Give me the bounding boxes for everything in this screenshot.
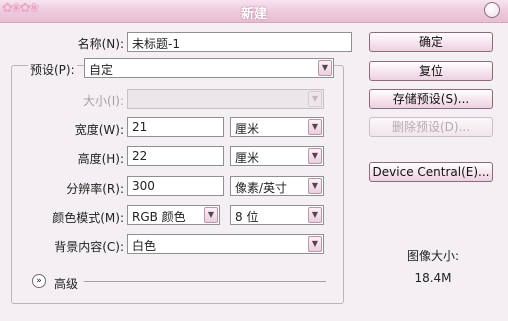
bit-depth-value: 8 位 — [235, 210, 259, 224]
delete-preset-button: 删除预设(D)... — [369, 117, 493, 137]
width-input[interactable]: 21 — [127, 117, 224, 137]
chevron-down-icon: ▼ — [308, 178, 322, 194]
resolution-input[interactable]: 300 — [127, 176, 224, 196]
dialog-title: 新建 — [240, 7, 267, 22]
save-preset-button[interactable]: 存储预设(S)... — [369, 89, 493, 109]
close-icon[interactable] — [484, 2, 500, 18]
chevron-down-icon: ▼ — [318, 60, 332, 76]
name-input[interactable]: 未标题-1 — [127, 32, 352, 52]
height-unit-value: 厘米 — [235, 151, 260, 165]
resolution-unit-select[interactable]: 像素/英寸 ▼ — [230, 176, 324, 196]
chevron-down-icon: ▼ — [308, 148, 322, 164]
ok-button[interactable]: 确定 — [369, 32, 493, 52]
device-central-button[interactable]: Device Central(E)... — [369, 162, 493, 182]
resolution-unit-value: 像素/英寸 — [235, 181, 288, 195]
preset-value: 自定 — [89, 63, 114, 77]
width-unit-select[interactable]: 厘米 ▼ — [230, 117, 324, 137]
image-size-value: 18.4M — [414, 271, 452, 285]
advanced-divider — [84, 281, 326, 282]
color-mode-label: 颜色模式(M): — [52, 211, 124, 225]
size-label: 大小(I): — [83, 94, 124, 108]
chevron-down-icon: ▼ — [308, 207, 322, 223]
title-bar: ✿❀✿❀ 新建 — [0, 0, 508, 23]
preset-label: 预设(P): — [28, 61, 77, 78]
reset-button[interactable]: 复位 — [369, 61, 493, 81]
background-select[interactable]: 白色 ▼ — [127, 234, 324, 254]
chevron-down-icon: ▼ — [308, 236, 322, 252]
preset-select[interactable]: 自定 ▼ — [84, 58, 334, 78]
double-chevron-icon[interactable]: » — [32, 274, 46, 288]
width-unit-value: 厘米 — [235, 122, 260, 136]
image-size-label: 图像大小: — [406, 249, 460, 263]
color-mode-select[interactable]: RGB 颜色 ▼ — [127, 205, 220, 225]
size-select: ▼ — [127, 89, 324, 109]
background-label: 背景内容(C): — [54, 240, 124, 254]
height-label: 高度(H): — [77, 152, 124, 166]
advanced-label[interactable]: 高级 — [54, 275, 78, 292]
chevron-down-icon: ▼ — [308, 91, 322, 107]
resolution-label: 分辨率(R): — [66, 182, 124, 196]
background-value: 白色 — [132, 239, 157, 253]
height-unit-select[interactable]: 厘米 ▼ — [230, 146, 324, 166]
color-mode-value: RGB 颜色 — [132, 210, 186, 224]
chevron-down-icon: ▼ — [308, 119, 322, 135]
new-document-dialog: ✿❀✿❀ 新建 名称(N): 未标题-1 预设(P): 自定 ▼ 大小(I): … — [0, 0, 508, 321]
bit-depth-select[interactable]: 8 位 ▼ — [230, 205, 324, 225]
height-input[interactable]: 22 — [127, 146, 224, 166]
chevron-down-icon: ▼ — [204, 207, 218, 223]
width-label: 宽度(W): — [74, 123, 124, 137]
name-label: 名称(N): — [77, 37, 124, 51]
